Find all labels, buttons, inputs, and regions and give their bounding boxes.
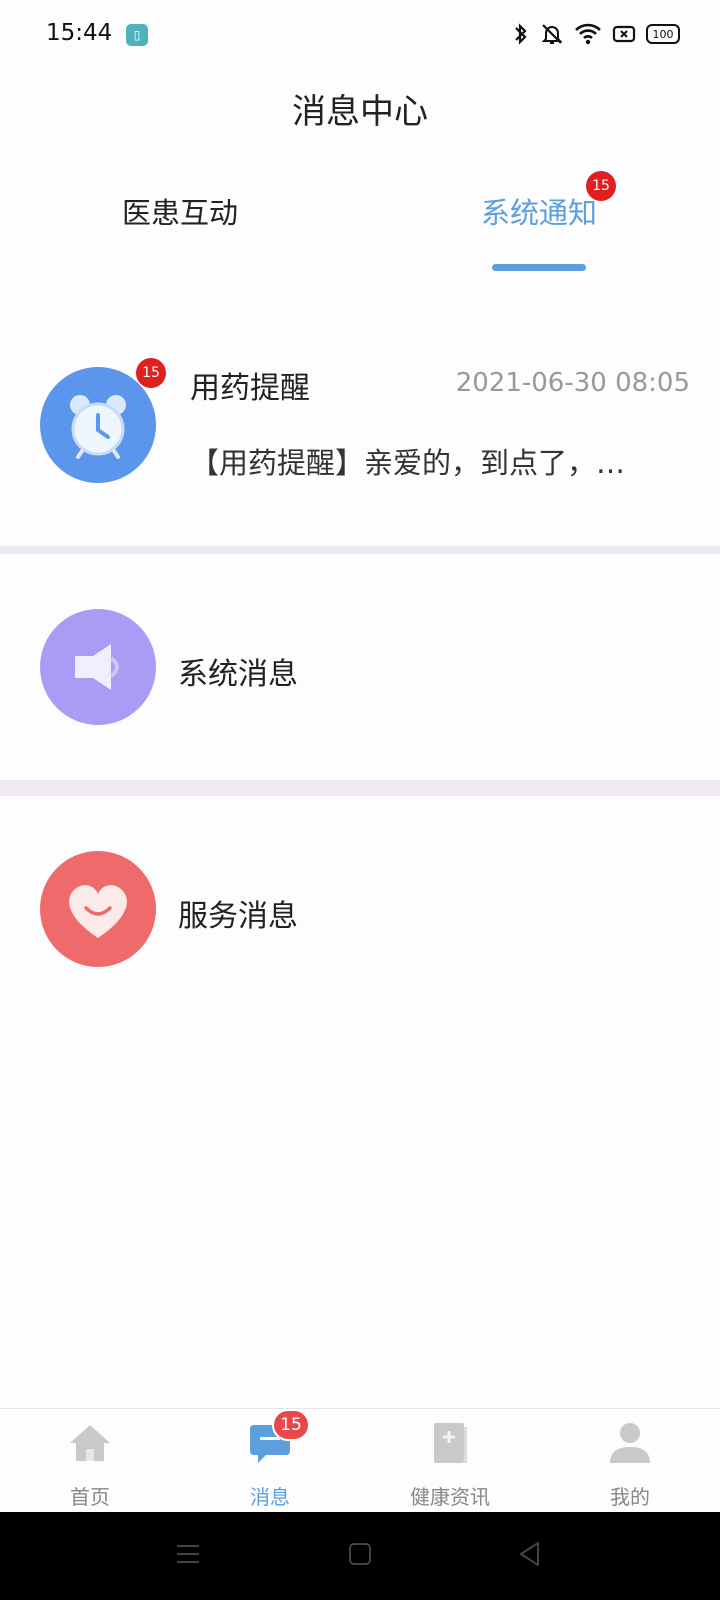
nav-label-health-news: 健康资讯 (410, 1485, 490, 1509)
system-title: 系统消息 (178, 657, 298, 692)
message-item-service[interactable]: 服务消息 (0, 796, 720, 1022)
medication-avatar (40, 367, 156, 483)
heart-icon (69, 885, 127, 938)
menu-icon[interactable] (174, 1540, 202, 1568)
back-icon[interactable] (516, 1540, 544, 1568)
tab-unread-badge: 15 (586, 171, 616, 201)
status-icons: 100 (512, 22, 680, 46)
alarm-clock-icon (70, 395, 126, 459)
medication-unread-badge: 15 (136, 358, 166, 388)
nav-label-home: 首页 (70, 1485, 110, 1509)
system-navigation-bar (0, 1512, 720, 1600)
battery-level: 100 (652, 27, 674, 41)
medication-title: 用药提醒 (190, 371, 310, 406)
status-bar: 15:44 ▯ 100 (0, 0, 720, 72)
service-avatar (40, 851, 156, 967)
nav-messages-badge: 15 (272, 1409, 310, 1441)
bluetooth-icon (515, 23, 527, 45)
user-icon (610, 1423, 650, 1463)
list-divider (0, 546, 720, 554)
active-tab-indicator (492, 264, 586, 271)
medication-time: 2021-06-30 08:05 (455, 368, 690, 398)
speaker-icon (75, 644, 119, 690)
battery-icon: 100 (646, 24, 680, 44)
bell-off-icon (541, 24, 563, 44)
nav-label-messages: 消息 (250, 1485, 290, 1509)
app-notification-icon: ▯ (126, 24, 148, 46)
nav-label-mine: 我的 (610, 1485, 650, 1509)
message-item-medication[interactable]: 15 用药提醒 2021-06-30 08:05 【用药提醒】亲爱的，到点了，… (0, 300, 720, 546)
home-button-icon[interactable] (346, 1540, 374, 1568)
list-divider (0, 780, 720, 796)
message-item-system[interactable]: 系统消息 (0, 554, 720, 780)
nav-item-messages[interactable]: 15 消息 (180, 1409, 360, 1513)
nav-item-home[interactable]: 首页 (0, 1409, 180, 1513)
system-avatar (40, 609, 156, 725)
page-title: 消息中心 (292, 92, 428, 132)
bottom-nav: 首页 15 消息 健康资讯 我的 (0, 1408, 720, 1512)
medication-preview: 【用药提醒】亲爱的，到点了，… (190, 446, 626, 480)
screen: 15:44 ▯ 100 消息中心 医患互动 系统通知 15 15 用药提醒 20… (0, 0, 720, 1600)
book-icon (434, 1423, 467, 1463)
wifi-icon (575, 23, 601, 45)
service-title: 服务消息 (178, 899, 298, 934)
nav-item-health-news[interactable]: 健康资讯 (360, 1409, 540, 1513)
sim-icon (612, 25, 636, 43)
tab-doctor-patient[interactable]: 医患互动 (80, 190, 280, 232)
home-icon (70, 1425, 110, 1461)
status-time: 15:44 (46, 20, 113, 46)
nav-item-mine[interactable]: 我的 (540, 1409, 720, 1513)
